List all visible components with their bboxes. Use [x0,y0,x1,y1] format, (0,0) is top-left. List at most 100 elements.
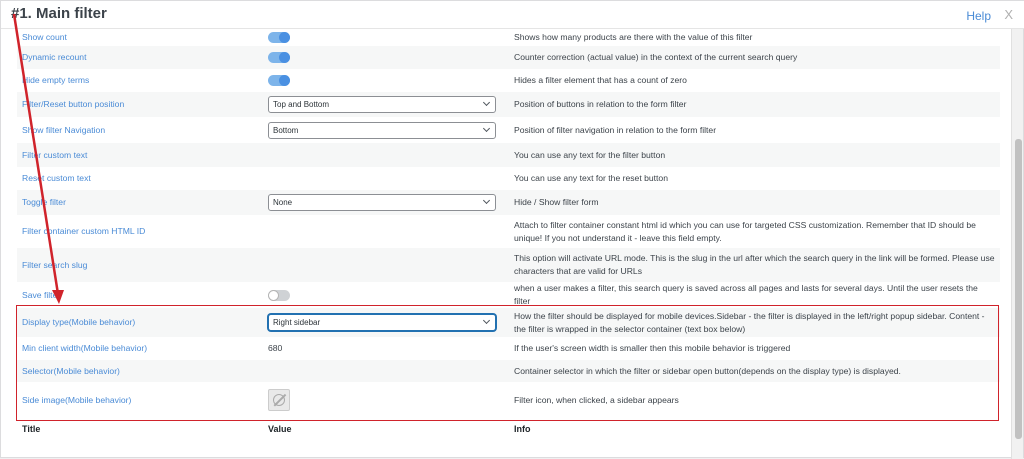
setting-value-cell: 680 [263,337,509,360]
setting-label: Show count [17,29,263,46]
setting-label: Filter container custom HTML ID [17,215,263,248]
text-value-field[interactable] [268,363,468,375]
setting-row: Reset custom text You can use any text fo… [17,167,1000,190]
dropdown-select[interactable]: Bottom [268,121,496,139]
dropdown-value: Top and Bottom [273,100,330,109]
setting-value-cell [263,29,509,46]
setting-value-cell [263,46,509,69]
setting-label: Side image(Mobile behavior) [17,382,263,418]
chevron-down-icon [482,98,491,107]
toggle-knob [279,52,290,64]
setting-value-cell [263,360,509,382]
setting-row: Hide empty terms Hides a filter element t… [17,69,1000,92]
column-header-title: Title [17,418,263,440]
setting-row: Toggle filter None Hide / Show filter form [17,190,1000,215]
table-footer: Title Value Info [17,418,1000,440]
setting-row: Display type(Mobile behavior) Right sideb… [17,308,1000,337]
setting-label: Filter/Reset button position [17,92,263,117]
setting-value-cell: Top and Bottom [263,92,509,117]
column-header-info: Info [509,418,1000,440]
toggle-switch[interactable] [268,75,290,87]
setting-value-cell: None [263,190,509,215]
filter-settings-dialog: #1. Main filter Help X Show count Shows h… [0,0,1024,459]
setting-label: Save filter [17,282,263,308]
close-button[interactable]: X [1004,7,1013,22]
setting-row: Side image(Mobile behavior) Filter icon, … [17,382,1000,418]
toggle-switch[interactable] [268,52,290,64]
setting-label: Dynamic recount [17,46,263,69]
setting-row: Show filter Navigation Bottom Position of … [17,117,1000,143]
help-link[interactable]: Help [966,9,991,23]
setting-value-cell: Bottom [263,117,509,143]
chevron-down-icon [482,316,491,325]
setting-info: Shows how many products are there with t… [509,29,1000,46]
dropdown-select[interactable]: None [268,194,496,211]
text-value-field[interactable] [268,171,468,183]
dialog-title: #1. Main filter [11,5,107,22]
dropdown-select[interactable]: Top and Bottom [268,96,496,113]
setting-row: Show count Shows how many products are th… [17,29,1000,46]
setting-info: You can use any text for the reset butto… [509,167,1000,190]
dialog-titlebar: #1. Main filter Help X [1,1,1024,29]
setting-value-cell [263,282,509,308]
setting-label: Show filter Navigation [17,117,263,143]
image-placeholder-icon[interactable] [268,389,290,411]
setting-info: You can use any text for the filter butt… [509,143,1000,167]
setting-label: Selector(Mobile behavior) [17,360,263,382]
setting-label: Filter custom text [17,143,263,167]
setting-info: Hide / Show filter form [509,190,1000,215]
toggle-switch[interactable] [268,32,290,44]
dropdown-value: Right sidebar [273,318,321,327]
dropdown-value: Bottom [273,125,299,135]
settings-content: Show count Shows how many products are th… [17,29,1000,459]
setting-row: Min client width(Mobile behavior) 680 If t… [17,337,1000,360]
setting-label: Reset custom text [17,167,263,190]
chevron-down-icon [482,196,491,205]
setting-info: Filter icon, when clicked, a sidebar app… [509,382,1000,418]
toggle-knob [279,32,290,44]
setting-info: If the user's screen width is smaller th… [509,337,1000,360]
setting-info: Position of filter navigation in relatio… [509,117,1000,143]
toggle-switch[interactable] [268,289,290,301]
setting-row: Filter/Reset button position Top and Bott… [17,92,1000,117]
setting-value-cell [263,167,509,190]
setting-info: Attach to filter container constant html… [509,215,1000,248]
setting-info: Container selector in which the filter o… [509,360,1000,382]
dropdown-select[interactable]: Right sidebar [268,314,496,331]
setting-value-cell: Right sidebar [263,308,509,337]
text-value-field[interactable] [268,257,468,269]
setting-label: Toggle filter [17,190,263,215]
setting-value-cell [263,143,509,167]
chevron-down-icon [482,124,491,132]
setting-row: Filter container custom HTML ID Attach to… [17,215,1000,248]
setting-value-cell [263,215,509,248]
settings-table: Show count Shows how many products are th… [17,29,1000,440]
setting-info: Position of buttons in relation to the f… [509,92,1000,117]
setting-info: Hides a filter element that has a count … [509,69,1000,92]
text-value-field[interactable] [268,224,468,236]
toggle-knob [268,289,279,301]
setting-row: Dynamic recount Counter correction (actua… [17,46,1000,69]
setting-row: Filter custom text You can use any text f… [17,143,1000,167]
setting-value-cell [263,248,509,282]
setting-info: How the filter should be displayed for m… [509,308,1000,337]
scrollbar[interactable] [1011,29,1023,459]
setting-label: Hide empty terms [17,69,263,92]
dropdown-value: None [273,198,293,207]
setting-info: Counter correction (actual value) in the… [509,46,1000,69]
setting-row: Selector(Mobile behavior) Container selec… [17,360,1000,382]
setting-row: Filter search slug This option will activ… [17,248,1000,282]
setting-value-cell [263,69,509,92]
setting-label: Min client width(Mobile behavior) [17,337,263,360]
text-value-field[interactable]: 680 [268,342,468,355]
setting-label: Display type(Mobile behavior) [17,308,263,337]
setting-info: This option will activate URL mode. This… [509,248,1000,282]
setting-value-cell [263,382,509,418]
setting-label: Filter search slug [17,248,263,282]
setting-info: when a user makes a filter, this search … [509,282,1000,308]
setting-row: Save filter when a user makes a filter, t… [17,282,1000,308]
column-header-value: Value [263,418,509,440]
toggle-knob [279,75,290,87]
scrollbar-thumb[interactable] [1015,139,1022,439]
text-value-field[interactable] [268,147,468,159]
